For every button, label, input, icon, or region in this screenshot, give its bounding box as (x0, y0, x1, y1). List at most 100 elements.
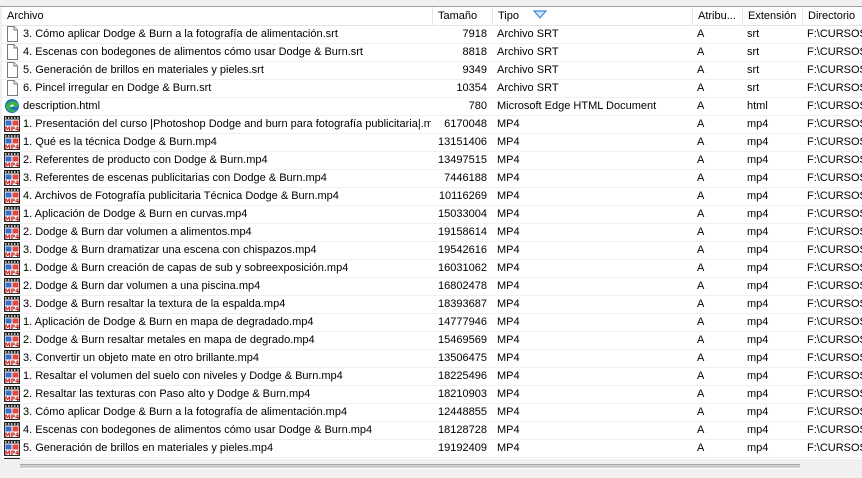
file-row[interactable]: description.html 780 Microsoft Edge HTML D… (2, 98, 862, 116)
file-row[interactable]: 3. Cómo aplicar Dodge & Burn a la fotogr… (2, 26, 862, 44)
file-row[interactable]: MP4 2. Dodge & Burn resaltar metales en m… (2, 332, 862, 350)
file-directory: F:\CURSOS (807, 316, 862, 328)
file-name-cell: 5. Generación de brillos en materiales y… (2, 62, 431, 79)
file-size: 18393687 (438, 298, 487, 310)
mp4-icon: MP4 (4, 296, 20, 313)
file-row[interactable]: MP4 3. Convertir un objeto mate en otro b… (2, 350, 862, 368)
file-size: 780 (468, 100, 487, 112)
resize-grip[interactable] (806, 459, 862, 478)
file-name: 5. Generación de brillos en materiales y… (23, 64, 264, 76)
file-directory: F:\CURSOS (807, 46, 862, 58)
file-list-view[interactable]: Archivo Tamaño Tipo Atribu... Extensión … (2, 7, 862, 459)
file-size: 14777946 (438, 316, 487, 328)
file-attributes: A (697, 64, 705, 76)
svg-text:MP4: MP4 (5, 414, 20, 420)
file-attributes: A (697, 172, 705, 184)
file-row[interactable]: MP4 4. Archivos de Fotografía publicitari… (2, 188, 862, 206)
file-directory: F:\CURSOS (807, 244, 862, 256)
file-type: MP4 (497, 442, 520, 454)
file-row[interactable]: MP4 1. Resaltar el volumen del suelo con … (2, 368, 862, 386)
file-name: 1. Aplicación de Dodge & Burn en curvas.… (23, 208, 248, 220)
file-name-cell: MP4 3. Dodge & Burn resaltar la textura d… (2, 296, 431, 313)
svg-text:MP4: MP4 (5, 342, 20, 348)
file-row[interactable]: MP4 5. Generación de brillos en materiale… (2, 440, 862, 458)
file-extension: mp4 (747, 136, 769, 148)
file-name: 1. Presentación del curso |Photoshop Dod… (23, 118, 431, 130)
file-name: 4. Archivos de Fotografía publicitaria T… (23, 190, 339, 202)
file-type: MP4 (497, 136, 520, 148)
file-directory: F:\CURSOS (807, 406, 862, 418)
file-row[interactable]: MP4 3. Cómo aplicar Dodge & Burn a la fot… (2, 404, 862, 422)
mp4-icon: MP4 (4, 224, 20, 241)
file-size: 15469569 (438, 334, 487, 346)
mp4-icon: MP4 (4, 170, 20, 187)
file-row[interactable]: MP4 2. Referentes de producto con Dodge &… (2, 152, 862, 170)
file-extension: mp4 (747, 388, 769, 400)
status-area (0, 459, 862, 478)
column-header-size[interactable]: Tamaño (433, 7, 493, 25)
file-extension: srt (747, 28, 760, 40)
file-extension: mp4 (747, 280, 769, 292)
file-extension: mp4 (747, 298, 769, 310)
file-row[interactable]: MP4 3. Dodge & Burn resaltar la textura d… (2, 296, 862, 314)
file-attributes: A (697, 388, 705, 400)
file-row[interactable]: 5. Generación de brillos en materiales y… (2, 62, 862, 80)
file-name-cell: MP4 2. Resaltar las texturas con Paso alt… (2, 386, 431, 403)
file-row[interactable]: MP4 1. Presentación del curso |Photoshop … (2, 116, 862, 134)
text-file-icon (4, 44, 20, 60)
file-name-cell: MP4 5. Generación de brillos en materiale… (2, 440, 431, 457)
column-header-extension[interactable]: Extensión (743, 7, 803, 25)
file-directory: F:\CURSOS (807, 190, 862, 202)
file-directory: F:\CURSOS (807, 370, 862, 382)
file-directory: F:\CURSOS (807, 352, 862, 364)
file-type: MP4 (497, 118, 520, 130)
svg-text:MP4: MP4 (5, 288, 20, 294)
file-type: Archivo SRT (497, 82, 559, 94)
column-header-type[interactable]: Tipo (493, 7, 693, 25)
file-row[interactable]: MP4 1. Dodge & Burn creación de capas de … (2, 260, 862, 278)
column-header: Archivo Tamaño Tipo Atribu... Extensión … (2, 7, 862, 26)
mp4-icon: MP4 (4, 278, 20, 295)
file-row[interactable]: MP4 1. Aplicación de Dodge & Burn en curv… (2, 206, 862, 224)
column-header-name[interactable]: Archivo (2, 7, 433, 25)
column-header-attributes[interactable]: Atribu... (693, 7, 743, 25)
file-row[interactable]: MP4 4. Escenas con bodegones de alimentos… (2, 422, 862, 440)
file-type: Archivo SRT (497, 46, 559, 58)
file-name: 3. Cómo aplicar Dodge & Burn a la fotogr… (23, 406, 348, 418)
svg-text:MP4: MP4 (5, 270, 20, 276)
file-size: 12448855 (438, 406, 487, 418)
file-row[interactable]: MP4 3. Dodge & Burn dramatizar una escena… (2, 242, 862, 260)
file-name: 3. Convertir un objeto mate en otro bril… (23, 352, 260, 364)
file-directory: F:\CURSOS (807, 82, 862, 94)
column-header-directory[interactable]: Directorio (803, 7, 862, 25)
file-row[interactable]: 6. Pincel irregular en Dodge & Burn.srt 1… (2, 80, 862, 98)
svg-text:MP4: MP4 (5, 306, 20, 312)
mp4-icon: MP4 (4, 116, 20, 133)
file-name-cell: MP4 3. Cómo aplicar Dodge & Burn a la fot… (2, 404, 431, 421)
file-size: 19192409 (438, 442, 487, 454)
file-extension: mp4 (747, 370, 769, 382)
file-attributes: A (697, 424, 705, 436)
file-attributes: A (697, 370, 705, 382)
file-name: 2. Resaltar las texturas con Paso alto y… (23, 388, 311, 400)
file-row[interactable]: MP4 2. Resaltar las texturas con Paso alt… (2, 386, 862, 404)
file-directory: F:\CURSOS (807, 298, 862, 310)
file-row[interactable]: MP4 3. Referentes de escenas publicitaria… (2, 170, 862, 188)
file-attributes: A (697, 244, 705, 256)
horizontal-scrollbar[interactable] (20, 464, 800, 469)
file-name-cell: MP4 4. Escenas con bodegones de alimentos… (2, 422, 431, 439)
top-border (0, 0, 862, 7)
file-size: 13151406 (438, 136, 487, 148)
file-name-cell: MP4 1. Dodge & Burn creación de capas de … (2, 260, 431, 277)
file-row[interactable]: MP4 1. Qué es la técnica Dodge & Burn.mp4… (2, 134, 862, 152)
file-row[interactable]: MP4 1. Aplicación de Dodge & Burn en mapa… (2, 314, 862, 332)
file-row[interactable]: MP4 2. Dodge & Burn dar volumen a aliment… (2, 224, 862, 242)
file-type: MP4 (497, 370, 520, 382)
file-directory: F:\CURSOS (807, 28, 862, 40)
file-row[interactable]: 4. Escenas con bodegones de alimentos có… (2, 44, 862, 62)
mp4-icon: MP4 (4, 206, 20, 223)
file-directory: F:\CURSOS (807, 424, 862, 436)
file-attributes: A (697, 280, 705, 292)
file-row[interactable]: MP4 2. Dodge & Burn dar volumen a una pis… (2, 278, 862, 296)
file-name: 3. Cómo aplicar Dodge & Burn a la fotogr… (23, 28, 338, 40)
